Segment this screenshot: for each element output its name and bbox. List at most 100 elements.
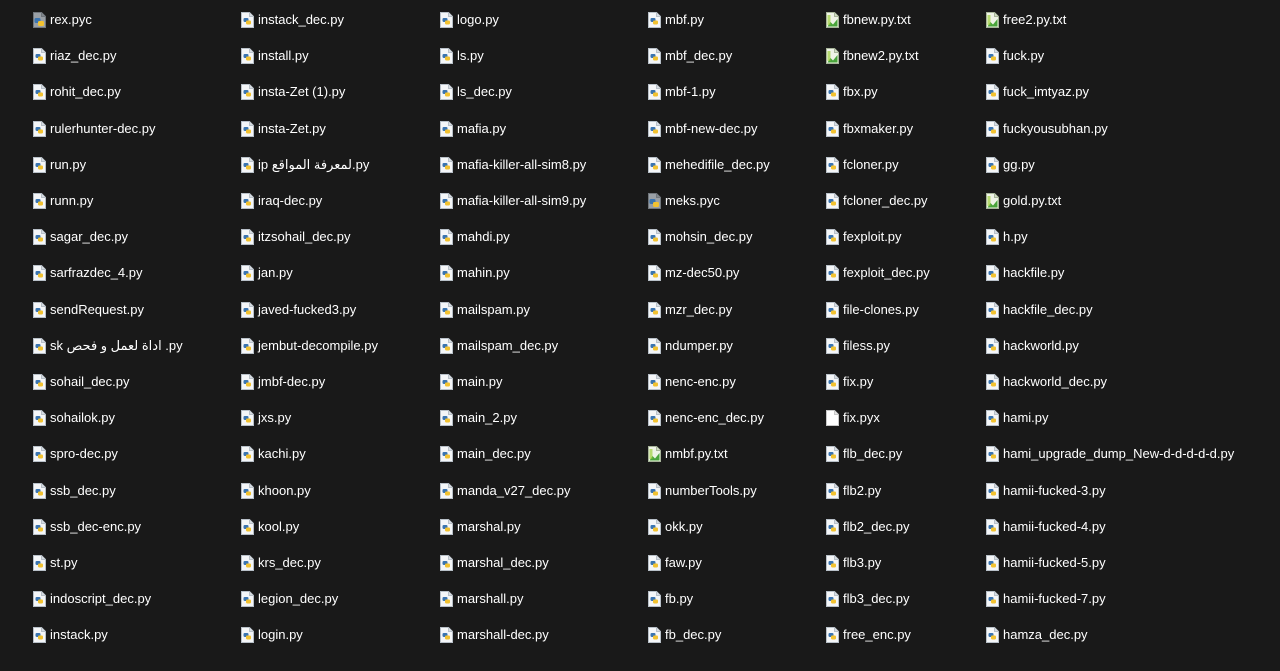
file-item[interactable]: fbx.py: [826, 74, 930, 110]
file-item[interactable]: spro-dec.py: [33, 436, 183, 472]
file-item[interactable]: mailspam_dec.py: [440, 328, 586, 364]
file-item[interactable]: hamii-fucked-5.py: [986, 545, 1234, 581]
file-item[interactable]: free_enc.py: [826, 617, 930, 653]
file-item[interactable]: logo.py: [440, 2, 586, 38]
file-item[interactable]: sohail_dec.py: [33, 364, 183, 400]
file-item[interactable]: fexploit.py: [826, 219, 930, 255]
file-item[interactable]: fcloner_dec.py: [826, 183, 930, 219]
file-item[interactable]: marshal.py: [440, 509, 586, 545]
file-item[interactable]: st.py: [33, 545, 183, 581]
file-item[interactable]: hamii-fucked-7.py: [986, 581, 1234, 617]
file-item[interactable]: flb3_dec.py: [826, 581, 930, 617]
file-item[interactable]: marshall-dec.py: [440, 617, 586, 653]
file-item[interactable]: login.py: [241, 617, 378, 653]
file-item[interactable]: fcloner.py: [826, 147, 930, 183]
file-item[interactable]: mahin.py: [440, 255, 586, 291]
file-item[interactable]: mahdi.py: [440, 219, 586, 255]
file-item[interactable]: mehedifile_dec.py: [648, 147, 770, 183]
file-item[interactable]: hamii-fucked-3.py: [986, 472, 1234, 508]
file-item[interactable]: sk اداة لعمل و فحص .py: [33, 328, 183, 364]
file-item[interactable]: hami.py: [986, 400, 1234, 436]
file-item[interactable]: manda_v27_dec.py: [440, 472, 586, 508]
file-item[interactable]: ls.py: [440, 38, 586, 74]
file-item[interactable]: fb.py: [648, 581, 770, 617]
file-item[interactable]: rex.pyc: [33, 2, 183, 38]
file-item[interactable]: fbxmaker.py: [826, 111, 930, 147]
file-item[interactable]: marshal_dec.py: [440, 545, 586, 581]
file-item[interactable]: okk.py: [648, 509, 770, 545]
file-item[interactable]: install.py: [241, 38, 378, 74]
file-item[interactable]: nenc-enc_dec.py: [648, 400, 770, 436]
file-item[interactable]: itzsohail_dec.py: [241, 219, 378, 255]
file-item[interactable]: file-clones.py: [826, 292, 930, 328]
file-item[interactable]: iraq-dec.py: [241, 183, 378, 219]
file-item[interactable]: ndumper.py: [648, 328, 770, 364]
file-item[interactable]: free2.py.txt: [986, 2, 1234, 38]
file-item[interactable]: main_2.py: [440, 400, 586, 436]
file-item[interactable]: sendRequest.py: [33, 292, 183, 328]
file-item[interactable]: ls_dec.py: [440, 74, 586, 110]
file-item[interactable]: runn.py: [33, 183, 183, 219]
file-item[interactable]: mafia-killer-all-sim9.py: [440, 183, 586, 219]
file-item[interactable]: main_dec.py: [440, 436, 586, 472]
file-item[interactable]: instack_dec.py: [241, 2, 378, 38]
file-item[interactable]: gg.py: [986, 147, 1234, 183]
file-item[interactable]: indoscript_dec.py: [33, 581, 183, 617]
file-item[interactable]: mafia.py: [440, 111, 586, 147]
file-item[interactable]: rohit_dec.py: [33, 74, 183, 110]
file-item[interactable]: jmbf-dec.py: [241, 364, 378, 400]
file-item[interactable]: insta-Zet (1).py: [241, 74, 378, 110]
file-item[interactable]: mbf-new-dec.py: [648, 111, 770, 147]
file-item[interactable]: fexploit_dec.py: [826, 255, 930, 291]
file-item[interactable]: kool.py: [241, 509, 378, 545]
file-item[interactable]: instack.py: [33, 617, 183, 653]
file-item[interactable]: jxs.py: [241, 400, 378, 436]
file-item[interactable]: fbnew.py.txt: [826, 2, 930, 38]
file-item[interactable]: kachi.py: [241, 436, 378, 472]
file-item[interactable]: main.py: [440, 364, 586, 400]
file-item[interactable]: gold.py.txt: [986, 183, 1234, 219]
file-item[interactable]: ssb_dec-enc.py: [33, 509, 183, 545]
file-item[interactable]: mbf.py: [648, 2, 770, 38]
file-item[interactable]: mbf-1.py: [648, 74, 770, 110]
file-item[interactable]: rulerhunter-dec.py: [33, 111, 183, 147]
file-item[interactable]: riaz_dec.py: [33, 38, 183, 74]
file-item[interactable]: fuck_imtyaz.py: [986, 74, 1234, 110]
file-item[interactable]: mz-dec50.py: [648, 255, 770, 291]
file-item[interactable]: krs_dec.py: [241, 545, 378, 581]
file-item[interactable]: mzr_dec.py: [648, 292, 770, 328]
file-item[interactable]: ip لمعرفة المواقع.py: [241, 147, 378, 183]
file-item[interactable]: sarfrazdec_4.py: [33, 255, 183, 291]
file-item[interactable]: hamza_dec.py: [986, 617, 1234, 653]
file-item[interactable]: flb3.py: [826, 545, 930, 581]
file-item[interactable]: filess.py: [826, 328, 930, 364]
file-item[interactable]: numberTools.py: [648, 472, 770, 508]
file-item[interactable]: hackworld_dec.py: [986, 364, 1234, 400]
file-item[interactable]: mbf_dec.py: [648, 38, 770, 74]
file-item[interactable]: jan.py: [241, 255, 378, 291]
file-item[interactable]: fix.py: [826, 364, 930, 400]
file-item[interactable]: flb_dec.py: [826, 436, 930, 472]
file-item[interactable]: jembut-decompile.py: [241, 328, 378, 364]
file-item[interactable]: run.py: [33, 147, 183, 183]
file-item[interactable]: nenc-enc.py: [648, 364, 770, 400]
file-item[interactable]: hackfile_dec.py: [986, 292, 1234, 328]
file-item[interactable]: mafia-killer-all-sim8.py: [440, 147, 586, 183]
file-item[interactable]: sohailok.py: [33, 400, 183, 436]
file-item[interactable]: hamii-fucked-4.py: [986, 509, 1234, 545]
file-item[interactable]: insta-Zet.py: [241, 111, 378, 147]
file-item[interactable]: javed-fucked3.py: [241, 292, 378, 328]
file-item[interactable]: meks.pyc: [648, 183, 770, 219]
file-item[interactable]: marshall.py: [440, 581, 586, 617]
file-item[interactable]: fuck.py: [986, 38, 1234, 74]
file-item[interactable]: h.py: [986, 219, 1234, 255]
file-item[interactable]: flb2.py: [826, 472, 930, 508]
file-item[interactable]: hackfile.py: [986, 255, 1234, 291]
file-item[interactable]: faw.py: [648, 545, 770, 581]
file-item[interactable]: mohsin_dec.py: [648, 219, 770, 255]
file-item[interactable]: fbnew2.py.txt: [826, 38, 930, 74]
file-item[interactable]: ssb_dec.py: [33, 472, 183, 508]
file-item[interactable]: fb_dec.py: [648, 617, 770, 653]
file-item[interactable]: legion_dec.py: [241, 581, 378, 617]
file-item[interactable]: sagar_dec.py: [33, 219, 183, 255]
